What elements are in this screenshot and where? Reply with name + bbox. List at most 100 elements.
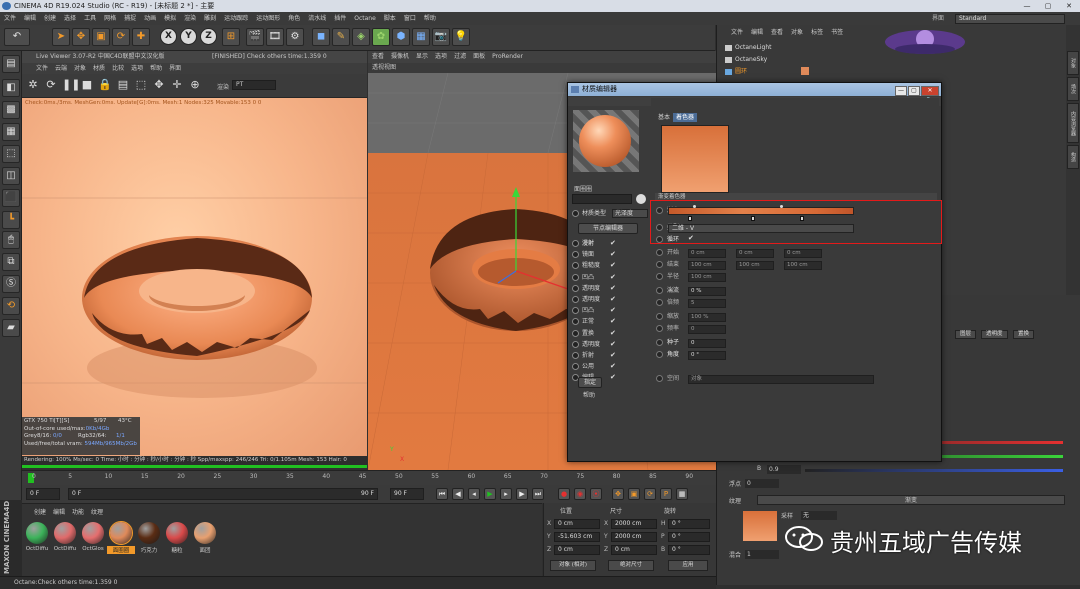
material-options-icon[interactable]	[636, 194, 646, 204]
menu-item[interactable]: 选择	[60, 12, 80, 25]
render-picture-viewer-button[interactable]: 🎞	[266, 28, 284, 46]
make-editable-button[interactable]: ▤	[2, 55, 20, 73]
object-manager-menu-item[interactable]: 查看	[771, 29, 791, 36]
coord-rotation-field[interactable]: 0 °	[668, 545, 710, 555]
menu-item[interactable]: 渲染	[180, 12, 200, 25]
side-tab-takes[interactable]: 场次	[1067, 77, 1079, 101]
param-field[interactable]: 5	[688, 299, 726, 308]
object-row-octanelight[interactable]: OctaneLight	[725, 43, 772, 53]
subdivision-button[interactable]: ◈	[352, 28, 370, 46]
undo-button[interactable]: ↶	[4, 28, 30, 46]
key-pla-button[interactable]: ▦	[676, 488, 688, 500]
keyframe-selection-button[interactable]: ⦿	[590, 488, 602, 500]
param-field[interactable]: 100 %	[688, 313, 726, 322]
menu-item[interactable]: 运动图形	[252, 12, 284, 25]
node-editor-button[interactable]: 节点编辑器	[578, 223, 638, 234]
coord-rotation-field[interactable]: 0 °	[668, 532, 710, 542]
material-menu-item[interactable]: 创建	[34, 509, 53, 516]
material-swatch[interactable]	[166, 522, 188, 544]
channel-check-icon[interactable]: ✔	[610, 260, 616, 271]
menu-item[interactable]: 雕刻	[200, 12, 220, 25]
object-manager-menu-item[interactable]: 书签	[831, 29, 851, 36]
light-button[interactable]: 💡	[452, 28, 470, 46]
menu-item[interactable]: 流水线	[304, 12, 330, 25]
coord-size-field[interactable]: 0 cm	[611, 545, 657, 555]
viewport-menu-item[interactable]: 查看	[372, 53, 391, 60]
channel-check-icon[interactable]: ✔	[610, 294, 616, 305]
viewport-menu-item[interactable]: 过滤	[454, 53, 473, 60]
model-mode-button[interactable]: ◧	[2, 79, 20, 97]
live-viewer-menu-item[interactable]: 比较	[112, 65, 131, 72]
snap-button[interactable]: ⧉	[2, 253, 20, 271]
viewport-menu-item[interactable]: 显示	[416, 53, 435, 60]
deformer-button[interactable]: ⬢	[392, 28, 410, 46]
channel-check-icon[interactable]: ✔	[610, 305, 616, 316]
channel-check-icon[interactable]: ✔	[610, 372, 616, 383]
next-key-button[interactable]: ▶	[516, 488, 528, 500]
material-menu-item[interactable]: 纹理	[91, 509, 110, 516]
cube-primitive-button[interactable]: ◼	[312, 28, 330, 46]
channel-check-icon[interactable]: ✔	[610, 361, 616, 372]
next-frame-button[interactable]: ▸	[500, 488, 512, 500]
param-field[interactable]: 0 cm	[784, 249, 822, 258]
render-view-button[interactable]: 🎬	[246, 28, 264, 46]
coord-size-field[interactable]: 2000 cm	[611, 519, 657, 529]
menu-item[interactable]: 角色	[284, 12, 304, 25]
material-type-row[interactable]: 材质类型 光泽度	[572, 208, 652, 219]
lv-pause-icon[interactable]: ❚❚	[62, 78, 80, 92]
channel-row[interactable]: 凹凸 ✔	[572, 272, 632, 283]
channel-check-icon[interactable]: ✔	[610, 339, 616, 350]
menu-item[interactable]: 网格	[100, 12, 120, 25]
material-swatch[interactable]	[138, 522, 160, 544]
lv-focus-icon[interactable]: ✛	[170, 78, 184, 92]
viewport-menu-item[interactable]: 面板	[473, 53, 492, 60]
object-manager-menu-item[interactable]: 编辑	[751, 29, 771, 36]
maximize-button[interactable]: ▢	[1037, 1, 1059, 11]
live-viewer-menu-item[interactable]: 云端	[55, 65, 74, 72]
texture-mode-button[interactable]: ▩	[2, 101, 20, 119]
key-position-button[interactable]: ✥	[612, 488, 624, 500]
param-field[interactable]: 0	[688, 325, 726, 334]
object-row-octanesky[interactable]: OctaneSky	[725, 55, 767, 65]
z-axis-lock-button[interactable]: Z	[200, 28, 217, 45]
channel-row[interactable]: 公用 ✔	[572, 361, 632, 372]
float-value[interactable]: 0	[745, 479, 779, 488]
channel-check-icon[interactable]: ✔	[610, 283, 616, 294]
key-scale-button[interactable]: ▣	[628, 488, 640, 500]
autokey-button[interactable]: ◉	[574, 488, 586, 500]
lv-lock-icon[interactable]: 🔒	[98, 78, 112, 92]
select-tool-button[interactable]: ➤	[52, 28, 70, 46]
param-field[interactable]: 0	[688, 339, 726, 348]
coord-rotation-field[interactable]: 0 °	[668, 519, 710, 529]
object-manager-menu-item[interactable]: 标签	[811, 29, 831, 36]
channel-row[interactable]: 置换 ✔	[572, 328, 632, 339]
cloner-button[interactable]: ✿	[372, 28, 390, 46]
channel-row[interactable]: 透明度 ✔	[572, 294, 632, 305]
channel-check-icon[interactable]: ✔	[610, 272, 616, 283]
layers-button[interactable]: ▰	[2, 319, 20, 337]
param-field[interactable]: 0 °	[688, 351, 726, 360]
object-manager-menu-item[interactable]: 对象	[791, 29, 811, 36]
lv-pick-icon[interactable]: ✥	[152, 78, 166, 92]
go-to-end-button[interactable]: ⏭	[532, 488, 544, 500]
menu-item[interactable]: 动画	[140, 12, 160, 25]
dialog-minimize-button[interactable]: —	[895, 86, 907, 96]
live-viewer-menu-item[interactable]: 帮助	[150, 65, 169, 72]
menu-item[interactable]: 脚本	[380, 12, 400, 25]
dialog-maximize-button[interactable]: ▢	[908, 86, 920, 96]
end-frame-field[interactable]: 90 F	[390, 488, 424, 500]
channel-row[interactable]: 正常 ✔	[572, 316, 632, 327]
menu-item[interactable]: 创建	[40, 12, 60, 25]
side-tab-structure[interactable]: 构造	[1067, 145, 1079, 169]
viewport-menu-item[interactable]: 摄像机	[391, 53, 416, 60]
lv-settings-icon[interactable]: ✲	[26, 78, 40, 92]
lv-stop-icon[interactable]: ■	[80, 78, 94, 92]
workplane-button[interactable]: ▦	[2, 123, 20, 141]
assign-button[interactable]: 指定	[578, 377, 602, 388]
material-menu-item[interactable]: 功能	[72, 509, 91, 516]
menu-item[interactable]: 编辑	[20, 12, 40, 25]
coordinate-system-button[interactable]: ⊞	[222, 28, 240, 46]
tab-shader[interactable]: 着色器	[673, 113, 698, 122]
viewport-menu-item[interactable]: ProRender	[492, 53, 530, 60]
param-field[interactable]: 0 cm	[736, 249, 774, 258]
